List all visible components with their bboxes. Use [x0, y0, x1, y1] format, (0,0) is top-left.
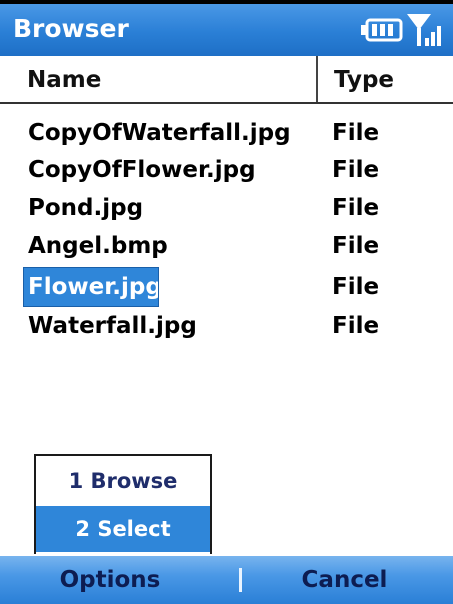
- file-name: Pond.jpg: [28, 195, 144, 221]
- file-type: File: [332, 157, 380, 183]
- file-type: File: [332, 195, 380, 221]
- options-popup-menu: 1 Browse 2 Select: [34, 454, 212, 554]
- file-row[interactable]: CopyOfWaterfall.jpg File: [0, 114, 453, 152]
- cancel-softkey[interactable]: Cancel: [236, 556, 453, 604]
- file-type: File: [332, 120, 380, 146]
- signal-strength-icon: [407, 14, 441, 46]
- file-row[interactable]: Pond.jpg File: [0, 189, 453, 227]
- battery-full-icon: [361, 18, 403, 42]
- file-name: Waterfall.jpg: [28, 313, 197, 339]
- menu-item-browse[interactable]: 1 Browse: [36, 458, 210, 504]
- options-softkey[interactable]: Options: [0, 556, 220, 604]
- window-title: Browser: [13, 14, 129, 43]
- file-type: File: [332, 313, 380, 339]
- file-row[interactable]: Angel.bmp File: [0, 227, 453, 265]
- file-name-selected: Flower.jpg: [23, 267, 162, 307]
- column-header-type[interactable]: Type: [334, 64, 394, 96]
- softkey-bar: Options Cancel: [0, 556, 453, 604]
- file-row[interactable]: CopyOfFlower.jpg File: [0, 151, 453, 189]
- file-name: CopyOfWaterfall.jpg: [28, 120, 291, 146]
- file-name: CopyOfFlower.jpg: [28, 157, 256, 183]
- file-type: File: [332, 274, 380, 300]
- file-row[interactable]: Waterfall.jpg File: [0, 307, 453, 345]
- title-bar: Browser: [0, 0, 453, 56]
- status-icons: [361, 14, 441, 46]
- list-header: Name Type: [0, 56, 453, 104]
- menu-item-select[interactable]: 2 Select: [36, 506, 210, 552]
- column-header-name[interactable]: Name: [27, 64, 101, 96]
- file-row-selected[interactable]: Flower.jpg File: [0, 267, 453, 307]
- file-name: Angel.bmp: [28, 233, 168, 259]
- file-type: File: [332, 233, 380, 259]
- column-divider: [316, 56, 318, 102]
